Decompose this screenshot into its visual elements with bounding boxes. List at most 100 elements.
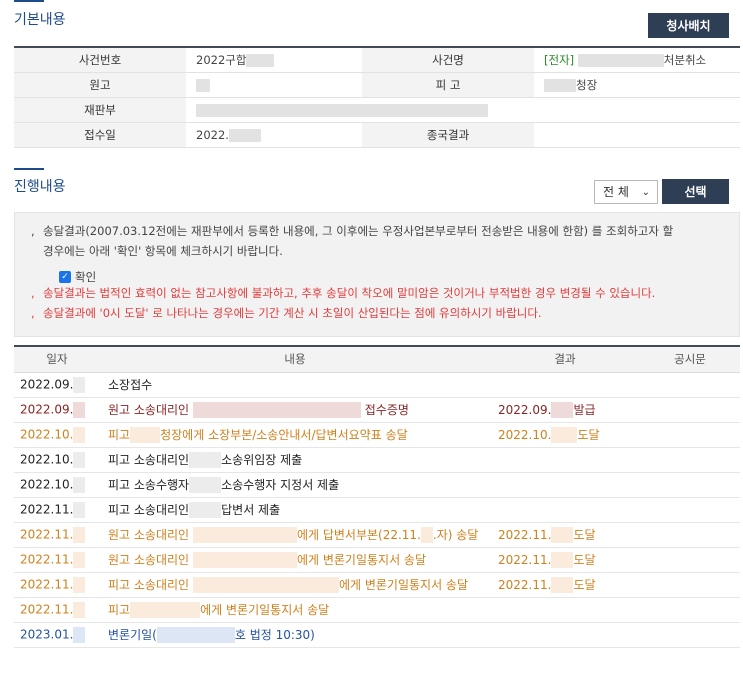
redacted-box xyxy=(189,502,222,519)
redacted-box xyxy=(73,401,86,418)
redacted-box xyxy=(544,78,576,92)
redacted-box xyxy=(73,626,86,643)
case-info-table: 사건번호 2022구합 사건명 [전자] 처분취소 원고 피 고 청장 재판부 … xyxy=(14,46,740,148)
row-content: 청장에게 소장부본/소송안내서/답변서요약표 송달 xyxy=(160,427,408,442)
redacted-box xyxy=(228,128,261,142)
row-content: 피고 소송대리인 xyxy=(108,577,190,592)
row-content: 에게 변론기일통지서 송달 xyxy=(338,577,469,592)
row-date: 2022.11. xyxy=(20,527,74,541)
row-content: 피고 xyxy=(108,602,131,617)
row-date: 2022.11. xyxy=(20,502,74,516)
row-date: 2022.11. xyxy=(20,577,74,591)
final-result-label: 종국결과 xyxy=(362,122,534,148)
redacted-box xyxy=(192,402,361,419)
row-result: 도달 xyxy=(573,552,596,567)
row-content: .자) 송달 xyxy=(432,527,479,542)
redacted-box xyxy=(156,627,235,644)
redacted-box xyxy=(73,426,86,443)
row-content: 호 법정 10:30) xyxy=(234,627,315,642)
table-row: 2022.11. 원고 소송대리인 에게 답변서부본(22.11. .자) 송달 … xyxy=(14,522,740,548)
plaintiff-label: 원고 xyxy=(14,72,186,98)
court-label: 재판부 xyxy=(14,97,186,123)
redacted-box xyxy=(73,376,86,393)
row-date: 2022.10. xyxy=(20,452,74,466)
redacted-box xyxy=(551,552,574,569)
row-result: 도달 xyxy=(577,427,600,442)
table-row: 2022.09. 원고 소송대리인 접수증명 2022.09. 발급 xyxy=(14,397,740,423)
row-result: 도달 xyxy=(573,527,596,542)
row-date: 2023.01. xyxy=(20,627,74,641)
section-marker xyxy=(14,168,44,170)
chevron-down-icon: ⌄ xyxy=(641,187,650,198)
row-content: 소송수행자 지정서 제출 xyxy=(221,477,340,492)
checkmark-icon: ✓ xyxy=(59,271,71,283)
table-row: 2022.09. 소장접수 xyxy=(14,372,740,398)
case-no-label: 사건번호 xyxy=(14,47,186,73)
notice-line-2: 송달결과는 법적인 효력이 없는 참고사항에 불과하고, 추후 송달이 착오에 … xyxy=(43,286,656,300)
table-row: 2022.11. 피고 소송대리인 에게 변론기일통지서 송달 2022.11.… xyxy=(14,572,740,598)
row-content: 피고 소송대리인 xyxy=(108,452,190,467)
progress-section-title: 진행내용 xyxy=(14,179,66,195)
row-result-date: 2022.11. xyxy=(498,552,552,567)
table-row: 2022.11. 피고 소송대리인 답변서 제출 xyxy=(14,497,740,523)
delivery-button[interactable]: 청사배치 xyxy=(648,13,729,38)
row-content: 소송위임장 제출 xyxy=(221,452,303,467)
case-name-suffix: 처분취소 xyxy=(663,52,707,67)
bullet-icon: , xyxy=(31,286,35,300)
row-content: 에게 변론기일통지서 송달 xyxy=(200,602,330,617)
redacted-box xyxy=(551,402,574,419)
case-no-value: 2022구합 xyxy=(196,52,247,67)
row-content: 에게 답변서부본(22.11. xyxy=(296,527,421,542)
row-content: 피고 소송대리인 xyxy=(108,502,190,517)
table-row: 2022.10. 피고 소송대리인 소송위임장 제출 xyxy=(14,447,740,473)
table-row: 2022.10. 피고 청장에게 소장부본/소송안내서/답변서요약표 송달 202… xyxy=(14,422,740,448)
column-header-notice: 공시문 xyxy=(640,346,740,373)
row-date: 2022.11. xyxy=(20,552,74,566)
redacted-box xyxy=(73,526,86,543)
notice-box: , 송달결과(2007.03.12전에는 재판부에서 등록한 내용에, 그 이후에… xyxy=(14,212,740,337)
row-result: 도달 xyxy=(573,577,596,592)
filter-select[interactable]: 전 체 ⌄ xyxy=(594,180,658,204)
redacted-box xyxy=(192,552,297,569)
redacted-box xyxy=(196,78,210,92)
redacted-box xyxy=(551,577,574,594)
received-label: 접수일 xyxy=(14,122,186,148)
case-name-tag: [전자] xyxy=(544,52,575,67)
row-result: 발급 xyxy=(573,402,596,417)
redacted-box xyxy=(130,427,161,444)
redacted-box xyxy=(189,452,222,469)
row-content: 원고 소송대리인 xyxy=(108,527,190,542)
basic-section-title: 기본내용 xyxy=(14,12,66,28)
notice-line-1b: 경우에는 아래 '확인' 항목에 체크하시기 바랍니다. xyxy=(43,244,283,258)
row-content: 답변서 제출 xyxy=(221,502,281,517)
row-date: 2022.10. xyxy=(20,477,74,491)
redacted-box xyxy=(192,527,297,544)
redacted-box xyxy=(73,501,86,518)
redacted-box xyxy=(73,551,86,568)
row-result-date: 2022.11. xyxy=(498,527,552,542)
column-header-result: 결과 xyxy=(490,346,640,373)
row-content: 피고 소송수행자 xyxy=(108,477,190,492)
redacted-box xyxy=(189,477,222,494)
row-content: 피고 xyxy=(108,427,131,442)
row-content: 소장접수 xyxy=(108,378,153,392)
row-content: 원고 소송대리인 xyxy=(108,402,190,417)
table-row: 2023.01. 변론기일( 호 법정 10:30) xyxy=(14,622,740,648)
redacted-box xyxy=(196,103,488,117)
row-content: 에게 변론기일통지서 송달 xyxy=(296,552,427,567)
select-button[interactable]: 선택 xyxy=(662,179,729,204)
redacted-box xyxy=(551,427,578,444)
redacted-box xyxy=(73,451,86,468)
redacted-box xyxy=(246,53,275,67)
received-value: 2022. xyxy=(196,127,229,142)
redacted-box xyxy=(577,53,664,67)
redacted-box xyxy=(73,576,86,593)
row-date: 2022.11. xyxy=(20,602,74,616)
row-date: 2022.09. xyxy=(20,377,74,391)
row-content: 변론기일( xyxy=(108,627,157,642)
table-row: 2022.10. 피고 소송수행자 소송수행자 지정서 제출 xyxy=(14,472,740,498)
row-result-date: 2022.09. xyxy=(498,402,552,417)
column-header-date: 일자 xyxy=(14,346,100,373)
defendant-label: 피 고 xyxy=(362,72,534,98)
bullet-icon: , xyxy=(31,224,35,238)
